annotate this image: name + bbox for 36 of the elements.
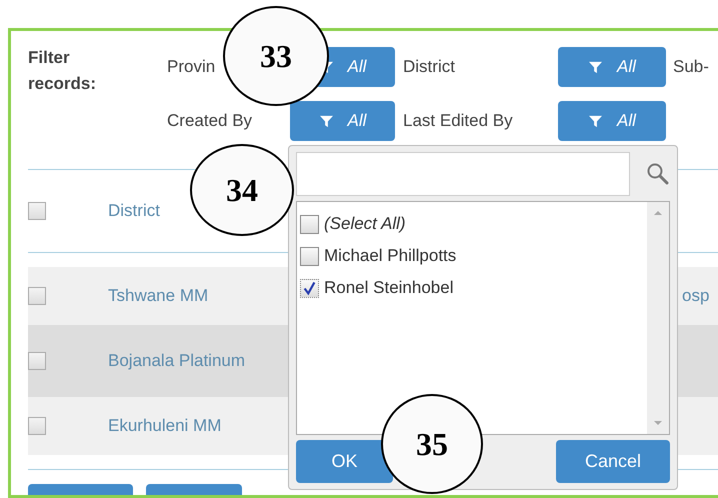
option-label[interactable]: Ronel Steinhobel bbox=[324, 278, 454, 298]
checkbox[interactable] bbox=[28, 352, 46, 370]
table-cell: Tshwane MM bbox=[108, 286, 208, 306]
search-icon[interactable] bbox=[646, 162, 670, 186]
filter-button[interactable]: All bbox=[558, 101, 666, 141]
search-field[interactable] bbox=[296, 152, 630, 196]
checkbox[interactable] bbox=[28, 202, 46, 220]
table-cell-text: osp bbox=[682, 286, 710, 306]
option-label[interactable]: (Select All) bbox=[324, 214, 406, 234]
filter-field-label: Provin bbox=[167, 57, 216, 77]
filter-field-label: Last Edited By bbox=[402, 111, 514, 131]
filter-button[interactable]: All bbox=[558, 47, 666, 87]
checkbox[interactable] bbox=[300, 246, 319, 266]
checkbox[interactable] bbox=[28, 417, 46, 435]
filter-field-label: Sub- bbox=[672, 57, 709, 77]
table-cell: Ekurhuleni MM bbox=[108, 416, 222, 436]
column-header[interactable]: District bbox=[108, 201, 160, 221]
callout-tooltip: 33 bbox=[223, 6, 329, 106]
filter-button[interactable]: All bbox=[290, 101, 395, 141]
filter-field-label: Created By bbox=[167, 111, 254, 131]
option-label[interactable]: Michael Phillpotts bbox=[324, 246, 456, 266]
funnel-icon bbox=[318, 114, 334, 128]
scrollbar[interactable] bbox=[647, 202, 669, 434]
cancel-button[interactable]: Cancel bbox=[556, 440, 670, 483]
checkbox[interactable] bbox=[300, 214, 319, 234]
checkbox[interactable] bbox=[300, 278, 319, 298]
filter-label: Filter records: bbox=[28, 47, 98, 95]
table-cell: Bojanala Platinum bbox=[108, 351, 246, 371]
checkbox[interactable] bbox=[28, 287, 46, 305]
funnel-icon bbox=[588, 114, 604, 128]
funnel-icon bbox=[588, 60, 604, 74]
callout-tooltip: 34 bbox=[190, 144, 294, 236]
ok-button[interactable]: OK bbox=[296, 440, 393, 483]
scroll-down-icon[interactable] bbox=[653, 420, 663, 426]
scroll-up-icon[interactable] bbox=[653, 210, 663, 216]
filter-field-label: District bbox=[402, 57, 456, 77]
